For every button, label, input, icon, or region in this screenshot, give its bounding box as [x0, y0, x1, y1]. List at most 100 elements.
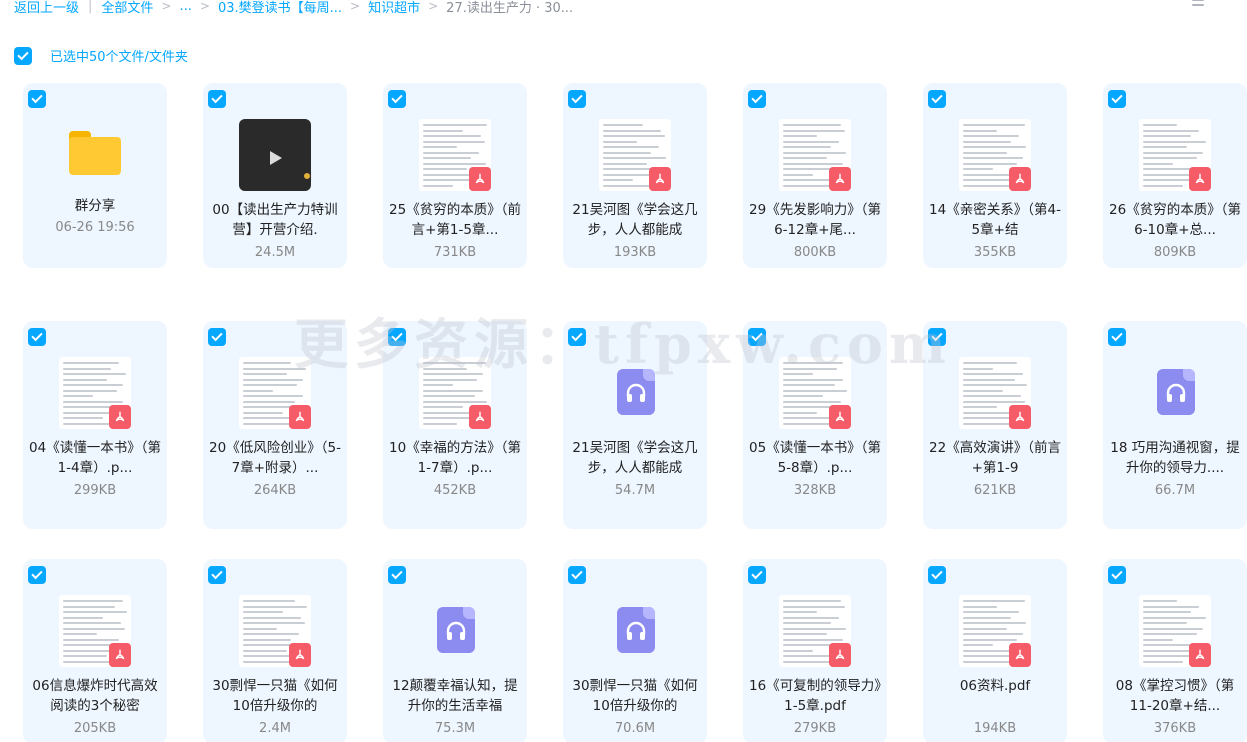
pdf-thumbnail: [59, 357, 131, 429]
breadcrumb-folder-1[interactable]: 03.樊登读书【每周...: [218, 0, 342, 16]
file-name[interactable]: 26《贫穷的本质》（第6-10章+总...: [1107, 200, 1243, 240]
file-size: 800KB: [793, 245, 837, 260]
file-card[interactable]: 21吴河图《学会这几步，人人都能成 193KB: [563, 83, 707, 268]
file-name[interactable]: 10《幸福的方法》（第1-7章）.p...: [387, 438, 523, 478]
file-size: 75.3M: [434, 721, 476, 736]
file-checkbox[interactable]: [208, 328, 226, 346]
file-size: 2.4M: [259, 721, 291, 736]
file-card[interactable]: 群分享 06-26 19:56: [23, 83, 167, 268]
file-name[interactable]: 22《高效演讲》（前言+第1-9: [927, 438, 1063, 478]
file-name[interactable]: 16《可复制的领导力》1-5章.pdf: [747, 676, 883, 716]
file-card[interactable]: 18 巧用沟通视窗，提升你的领导力.... 66.7M: [1103, 321, 1247, 529]
file-checkbox[interactable]: [28, 328, 46, 346]
select-all-checkbox[interactable]: [14, 46, 32, 65]
file-card[interactable]: 21吴河图《学会这几步，人人都能成 54.7M: [563, 321, 707, 529]
file-name[interactable]: 20《低风险创业》（5-7章+附录）...: [207, 438, 343, 478]
file-card[interactable]: 25《贫穷的本质》（前言+第1-5章... 731KB: [383, 83, 527, 268]
file-checkbox[interactable]: [28, 90, 46, 108]
select-all-bar: 已选中50个文件/文件夹: [14, 46, 188, 65]
file-card[interactable]: 06资料.pdf 194KB: [923, 559, 1067, 742]
audio-file-icon: [599, 357, 671, 429]
pdf-icon: [1009, 405, 1031, 429]
file-checkbox[interactable]: [1108, 328, 1126, 346]
file-name[interactable]: 05《读懂一本书》（第5-8章）.p...: [747, 438, 883, 478]
pdf-thumbnail: [1139, 119, 1211, 191]
file-size: 193KB: [613, 245, 657, 260]
file-checkbox[interactable]: [208, 90, 226, 108]
file-checkbox[interactable]: [748, 566, 766, 584]
pdf-thumbnail: [419, 119, 491, 191]
pdf-thumbnail: [959, 119, 1031, 191]
file-card[interactable]: 12颠覆幸福认知，提升你的生活幸福 75.3M: [383, 559, 527, 742]
file-card[interactable]: 06信息爆炸时代高效阅读的3个秘密 205KB: [23, 559, 167, 742]
file-card[interactable]: 22《高效演讲》（前言+第1-9 621KB: [923, 321, 1067, 529]
file-name[interactable]: 06资料.pdf: [927, 676, 1063, 716]
breadcrumb-folder-2[interactable]: 知识超市: [368, 0, 420, 16]
file-card[interactable]: 05《读懂一本书》（第5-8章）.p... 328KB: [743, 321, 887, 529]
file-card[interactable]: 16《可复制的领导力》1-5章.pdf 279KB: [743, 559, 887, 742]
breadcrumb-all-files[interactable]: 全部文件: [101, 0, 153, 16]
file-card[interactable]: 20《低风险创业》（5-7章+附录）... 264KB: [203, 321, 347, 529]
file-size: 731KB: [433, 245, 477, 260]
file-card[interactable]: 29《先发影响力》（第6-12章+尾... 800KB: [743, 83, 887, 268]
file-checkbox[interactable]: [1108, 566, 1126, 584]
pdf-thumbnail: [779, 595, 851, 667]
pdf-thumbnail: [239, 357, 311, 429]
file-checkbox[interactable]: [568, 328, 586, 346]
back-link[interactable]: 返回上一级: [14, 0, 79, 16]
file-checkbox[interactable]: [748, 90, 766, 108]
file-card[interactable]: 26《贫穷的本质》（第6-10章+总... 809KB: [1103, 83, 1247, 268]
pdf-icon: [1009, 167, 1031, 191]
pdf-thumbnail: [59, 595, 131, 667]
file-checkbox[interactable]: [568, 566, 586, 584]
file-name[interactable]: 12颠覆幸福认知，提升你的生活幸福: [387, 676, 523, 716]
file-checkbox[interactable]: [568, 90, 586, 108]
file-name[interactable]: 18 巧用沟通视窗，提升你的领导力....: [1107, 438, 1243, 478]
file-size: 328KB: [793, 483, 837, 498]
file-size: 205KB: [73, 721, 117, 736]
file-size: 621KB: [973, 483, 1017, 498]
file-size: 299KB: [73, 483, 117, 498]
file-name[interactable]: 14《亲密关系》（第4-5章+结: [927, 200, 1063, 240]
file-name[interactable]: 21吴河图《学会这几步，人人都能成: [567, 200, 703, 240]
file-name[interactable]: 00【读出生产力特训营】开营介绍.: [207, 200, 343, 240]
file-card[interactable]: 00【读出生产力特训营】开营介绍. 24.5M: [203, 83, 347, 268]
file-name[interactable]: 21吴河图《学会这几步，人人都能成: [567, 438, 703, 478]
file-size: 809KB: [1153, 245, 1197, 260]
file-checkbox[interactable]: [388, 90, 406, 108]
breadcrumb-current: 27.读出生产力 · 30...: [446, 0, 574, 16]
file-name[interactable]: 08《掌控习惯》（第11-20章+结...: [1107, 676, 1243, 716]
file-checkbox[interactable]: [748, 328, 766, 346]
file-checkbox[interactable]: [28, 566, 46, 584]
audio-file-icon: [1139, 357, 1211, 429]
pdf-icon: [829, 643, 851, 667]
pdf-thumbnail: [779, 119, 851, 191]
file-checkbox[interactable]: [928, 328, 946, 346]
file-card[interactable]: 14《亲密关系》（第4-5章+结 355KB: [923, 83, 1067, 268]
file-card[interactable]: 10《幸福的方法》（第1-7章）.p... 452KB: [383, 321, 527, 529]
file-checkbox[interactable]: [388, 328, 406, 346]
file-card[interactable]: 04《读懂一本书》（第1-4章）.p... 299KB: [23, 321, 167, 529]
file-card[interactable]: 30剽悍一只猫《如何10倍升级你的 70.6M: [563, 559, 707, 742]
breadcrumb-ellipsis[interactable]: ...: [179, 0, 191, 14]
file-card[interactable]: 08《掌控习惯》（第11-20章+结... 376KB: [1103, 559, 1247, 742]
pdf-icon: [1189, 167, 1211, 191]
file-checkbox[interactable]: [208, 566, 226, 584]
pdf-icon: [469, 405, 491, 429]
file-name[interactable]: 29《先发影响力》（第6-12章+尾...: [747, 200, 883, 240]
file-checkbox[interactable]: [928, 566, 946, 584]
pdf-icon: [829, 405, 851, 429]
file-name[interactable]: 06信息爆炸时代高效阅读的3个秘密: [27, 676, 163, 716]
chevron-right-icon: >: [199, 0, 210, 13]
file-card[interactable]: 30剽悍一只猫《如何10倍升级你的 2.4M: [203, 559, 347, 742]
chevron-right-icon: >: [428, 0, 439, 13]
file-checkbox[interactable]: [388, 566, 406, 584]
file-name[interactable]: 30剽悍一只猫《如何10倍升级你的: [207, 676, 343, 716]
file-name[interactable]: 25《贫穷的本质》（前言+第1-5章...: [387, 200, 523, 240]
view-mode-icon[interactable]: [1190, 0, 1206, 12]
file-size: 452KB: [433, 483, 477, 498]
file-name[interactable]: 04《读懂一本书》（第1-4章）.p...: [27, 438, 163, 478]
file-name[interactable]: 30剽悍一只猫《如何10倍升级你的: [567, 676, 703, 716]
file-checkbox[interactable]: [928, 90, 946, 108]
file-checkbox[interactable]: [1108, 90, 1126, 108]
